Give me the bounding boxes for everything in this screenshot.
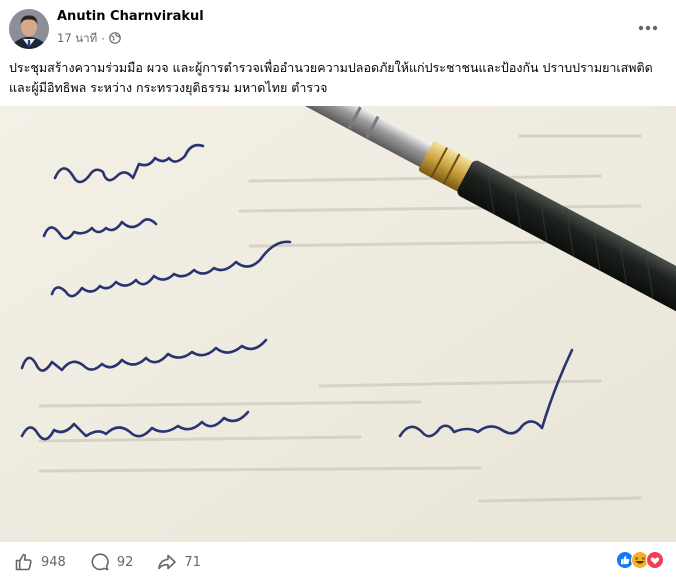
likes-count: 948 — [41, 554, 66, 570]
post-actions-bar: 948 92 71 — [0, 542, 676, 582]
avatar[interactable] — [9, 9, 49, 49]
post-meta: 17 นาที · — [57, 30, 121, 48]
reaction-icons[interactable] — [616, 551, 664, 569]
comments-count: 92 — [116, 554, 134, 570]
author-name[interactable]: Anutin Charnvirakul — [57, 9, 204, 24]
facebook-post: Anutin Charnvirakul 17 นาที · ประชุมสร้า… — [0, 0, 676, 582]
like-button[interactable]: 948 — [14, 552, 66, 572]
comment-bubble-icon — [91, 553, 109, 571]
more-horizontal-icon — [638, 25, 658, 31]
love-reaction-icon — [646, 551, 664, 569]
share-button[interactable]: 71 — [157, 552, 201, 572]
avatar-image — [9, 9, 49, 49]
post-photo[interactable] — [0, 106, 676, 542]
comment-button[interactable]: 92 — [90, 552, 134, 572]
globe-icon — [109, 31, 121, 47]
more-options-button[interactable] — [636, 16, 660, 40]
share-arrow-icon — [158, 554, 177, 570]
thumbs-up-icon — [15, 553, 32, 571]
post-header: Anutin Charnvirakul 17 นาที · — [0, 0, 676, 56]
meta-separator: · — [101, 32, 105, 46]
post-caption: ประชุมสร้างความร่วมมือ ผวจ และผู้การตำรว… — [9, 60, 653, 95]
shares-count: 71 — [184, 554, 201, 570]
post-time[interactable]: 17 นาที — [57, 30, 97, 48]
handwritten-note-image — [0, 106, 676, 542]
